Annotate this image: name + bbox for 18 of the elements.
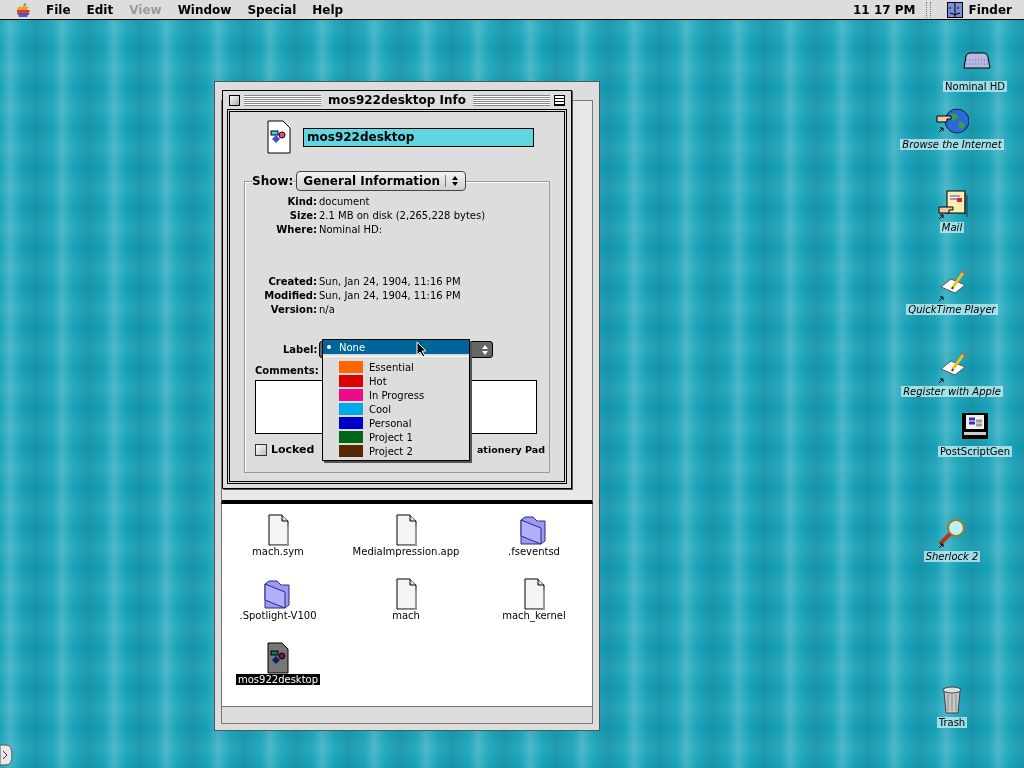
field-value: Sun, Jan 24, 1904, 11:16 PM xyxy=(319,276,462,287)
field-value: n/a xyxy=(319,304,336,315)
field-value: Sun, Jan 24, 1904, 11:16 PM xyxy=(319,290,462,301)
stationery-label: ationery Pad xyxy=(476,444,545,455)
field-value: 2.1 MB on disk (2,265,228 bytes) xyxy=(319,210,487,221)
field-value: Nominal HD: xyxy=(319,224,384,235)
locked-label: Locked xyxy=(271,443,315,456)
field-label: Modified: xyxy=(263,290,317,301)
field-value: document xyxy=(319,196,371,207)
field-label: Where: xyxy=(275,224,317,235)
comments-label: Comments: xyxy=(255,365,319,376)
field-label: Version: xyxy=(269,304,317,315)
field-label: Kind: xyxy=(286,196,317,207)
field-label: Size: xyxy=(288,210,317,221)
label-label: Label: xyxy=(283,344,317,355)
field-label: Created: xyxy=(267,276,317,287)
window-title: mos922desktop Info xyxy=(327,93,467,107)
show-label: Show: xyxy=(252,174,294,188)
